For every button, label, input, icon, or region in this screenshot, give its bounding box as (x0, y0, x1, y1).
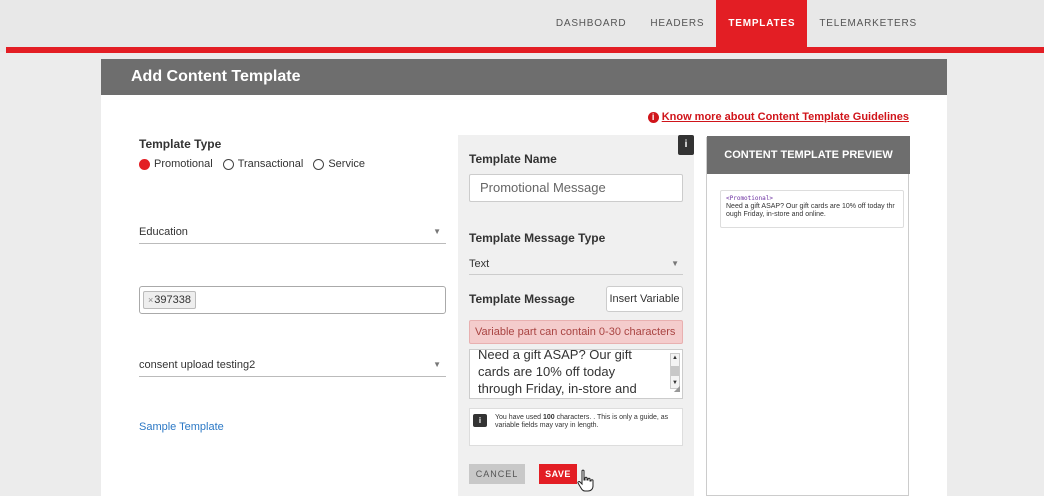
category-select-value: Education (139, 226, 188, 238)
preview-message-bubble: <Promotional> Need a gift ASAP? Our gift… (720, 190, 904, 228)
message-type-select[interactable]: Text ▼ (469, 255, 683, 275)
template-type-radio-group: Promotional Transactional Service (139, 158, 375, 170)
radio-label: Service (328, 158, 366, 170)
template-type-label: Template Type (139, 137, 222, 151)
message-text: Need a gift ASAP? Our gift cards are 10%… (478, 349, 637, 396)
header-tag-value: 397338 (154, 294, 191, 306)
radio-service[interactable]: Service (313, 158, 365, 170)
main-nav: DASHBOARD HEADERS TEMPLATES TELEMARKETER… (544, 0, 929, 47)
nav-telemarketers[interactable]: TELEMARKETERS (807, 0, 929, 47)
remove-tag-icon[interactable]: × (148, 295, 153, 305)
preview-header: CONTENT TEMPLATE PREVIEW (707, 136, 910, 174)
info-circle-icon: i (647, 112, 659, 123)
template-name-input[interactable]: Promotional Message (469, 174, 683, 202)
guidelines-link-text: Know more about Content Template Guideli… (661, 111, 909, 123)
preview-message: Need a gift ASAP? Our gift cards are 10%… (726, 203, 895, 218)
cancel-button[interactable]: CANCEL (469, 464, 525, 484)
character-count-text: You have used 100 characters. . This is … (495, 414, 669, 429)
character-count-notice: i You have used 100 characters. . This i… (469, 408, 683, 446)
nav-accent-line (6, 47, 1044, 53)
hand-pointer-icon (577, 469, 594, 492)
info-icon: i (473, 414, 487, 427)
nav-headers[interactable]: HEADERS (638, 0, 716, 47)
radio-transactional[interactable]: Transactional (222, 158, 304, 170)
consent-select-value: consent upload testing2 (139, 359, 256, 371)
nav-dashboard[interactable]: DASHBOARD (544, 0, 639, 47)
page-title: Add Content Template (101, 59, 947, 95)
info-icon[interactable]: i (678, 135, 694, 155)
template-message-label: Template Message (469, 292, 575, 306)
message-type-value: Text (469, 258, 490, 270)
radio-dot (313, 158, 325, 170)
template-form: i Template Name Promotional Message Temp… (458, 135, 694, 496)
chevron-down-icon: ▼ (671, 259, 679, 268)
chevron-down-icon: ▼ (433, 227, 441, 236)
guidelines-link[interactable]: i Know more about Content Template Guidel… (647, 111, 909, 123)
radio-promotional[interactable]: Promotional (139, 158, 213, 170)
template-message-type-label: Template Message Type (469, 231, 606, 245)
radio-label: Transactional (237, 158, 304, 170)
top-navigation-bar: DASHBOARD HEADERS TEMPLATES TELEMARKETER… (0, 0, 1044, 52)
content-panel: Add Content Template i Know more about Co… (101, 59, 947, 496)
consent-select[interactable]: consent upload testing2 ▼ (139, 355, 446, 377)
template-name-label: Template Name (469, 152, 557, 166)
nav-templates[interactable]: TEMPLATES (716, 0, 808, 47)
template-message-textarea[interactable]: Need a gift ASAP? Our gift cards are 10%… (469, 349, 683, 399)
scroll-up-icon[interactable]: ▲ (671, 354, 679, 363)
radio-dot (222, 158, 234, 170)
insert-variable-button[interactable]: Insert Variable (606, 286, 683, 312)
chevron-down-icon: ▼ (433, 360, 441, 369)
save-button[interactable]: SAVE (539, 464, 577, 484)
sample-template-link[interactable]: Sample Template (139, 421, 224, 433)
header-tag-input[interactable]: ×397338 (139, 286, 446, 314)
radio-label: Promotional (154, 158, 213, 170)
char-count: 100 (543, 414, 555, 421)
resize-handle-icon[interactable]: ◢ (674, 380, 680, 397)
radio-dot (139, 158, 150, 170)
content-template-preview: CONTENT TEMPLATE PREVIEW <Promotional> N… (706, 136, 910, 496)
variable-alert: Variable part can contain 0-30 character… (469, 320, 683, 344)
preview-tag: <Promotional> (726, 195, 773, 202)
category-select[interactable]: Education ▼ (139, 222, 446, 244)
scroll-thumb[interactable] (671, 366, 679, 376)
header-tag: ×397338 (143, 291, 196, 309)
